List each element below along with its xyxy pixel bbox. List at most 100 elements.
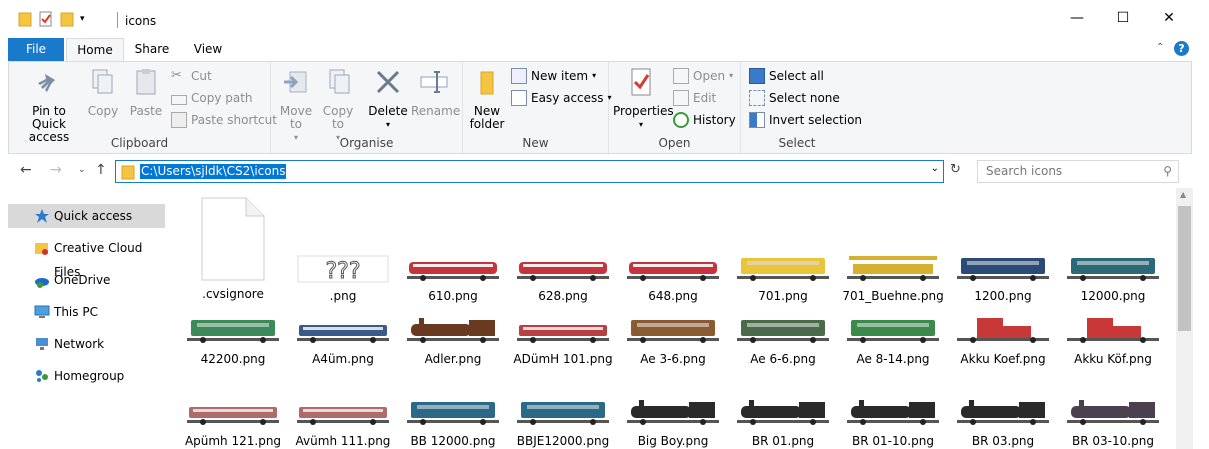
edit-button[interactable]: Edit bbox=[673, 88, 716, 108]
image-thumbnail bbox=[847, 400, 939, 425]
select-all-button[interactable]: Select all bbox=[749, 66, 824, 86]
select-group: Select all Select none Invert selection … bbox=[741, 62, 862, 153]
history-button[interactable]: History bbox=[673, 110, 736, 130]
file-item[interactable]: 628.png bbox=[510, 196, 616, 303]
close-button[interactable]: ✕ bbox=[1146, 0, 1192, 36]
file-item[interactable]: BR 03.png bbox=[950, 396, 1056, 448]
file-item[interactable]: 701_Buehne.png bbox=[840, 196, 946, 303]
sidebar-item-this-pc[interactable]: This PC bbox=[8, 300, 165, 324]
recent-locations-button[interactable]: ⌄ bbox=[78, 165, 86, 175]
copy-button[interactable]: Copy bbox=[85, 66, 121, 118]
maximize-icon: ☐ bbox=[1116, 10, 1130, 26]
file-item[interactable]: Ae 8-14.png bbox=[840, 314, 946, 366]
chevron-down-icon[interactable]: ⌄ bbox=[931, 163, 939, 174]
computer-icon bbox=[34, 305, 50, 318]
sidebar-item-creative-cloud-files[interactable]: Creative Cloud Files bbox=[8, 236, 165, 279]
rename-button[interactable]: Rename bbox=[411, 66, 460, 118]
select-none-button[interactable]: Select none bbox=[749, 88, 840, 108]
image-thumbnail bbox=[1067, 258, 1159, 281]
file-item[interactable]: A4üm.png bbox=[290, 314, 396, 366]
file-item[interactable]: BR 03-10.png bbox=[1060, 396, 1166, 448]
file-name: BB 12000.png bbox=[410, 434, 496, 448]
new-folder-button[interactable]: New folder bbox=[469, 66, 505, 131]
invert-selection-label: Invert selection bbox=[769, 113, 863, 127]
minimize-button[interactable]: — bbox=[1054, 0, 1100, 36]
ribbon: Pin to Quick access Copy Paste ✂ Cut Copy… bbox=[8, 61, 1192, 154]
sidebar-item-onedrive[interactable]: OneDrive bbox=[8, 268, 165, 292]
file-name: Akku Koef.png bbox=[960, 352, 1046, 366]
file-item[interactable]: Big Boy.png bbox=[620, 396, 726, 448]
tab-home[interactable]: Home bbox=[66, 38, 124, 62]
refresh-button[interactable]: ↻ bbox=[950, 162, 961, 177]
file-item[interactable]: BR 01-10.png bbox=[840, 396, 946, 448]
pin-to-quick-access-button[interactable]: Pin to Quick access bbox=[15, 66, 83, 144]
help-icon[interactable]: ? bbox=[1174, 41, 1189, 56]
new-folder-icon[interactable] bbox=[60, 11, 74, 27]
file-item[interactable]: 610.png bbox=[400, 196, 506, 303]
file-item[interactable]: Apümh 121.png bbox=[180, 396, 286, 448]
properties-icon[interactable] bbox=[38, 11, 54, 27]
file-item[interactable]: Akku Köf.png bbox=[1060, 314, 1166, 366]
file-item[interactable]: BBJE12000.png bbox=[510, 396, 616, 448]
file-item[interactable]: Akku Koef.png bbox=[950, 314, 1056, 366]
file-item[interactable]: ??? .png bbox=[290, 196, 396, 303]
tab-share[interactable]: Share bbox=[128, 38, 176, 62]
file-item[interactable]: BB 12000.png bbox=[400, 396, 506, 448]
maximize-button[interactable]: ☐ bbox=[1100, 0, 1146, 36]
file-name: Ae 6-6.png bbox=[750, 352, 816, 366]
sidebar-item-label: Network bbox=[54, 337, 105, 351]
sidebar-item-homegroup[interactable]: Homegroup bbox=[8, 364, 165, 388]
paste-shortcut-label: Paste shortcut bbox=[191, 113, 277, 127]
address-path[interactable]: C:\Users\sjldk\CS2\icons bbox=[140, 164, 287, 179]
forward-button[interactable]: → bbox=[50, 162, 62, 178]
file-item[interactable]: Adler.png bbox=[400, 314, 506, 366]
scroll-up-icon[interactable]: ▲ bbox=[1180, 190, 1186, 199]
file-item[interactable]: 648.png bbox=[620, 196, 726, 303]
search-placeholder: Search icons bbox=[986, 164, 1063, 178]
file-list: .cvsignore??? .png 610.png 628.png 648.png 70… bbox=[170, 188, 1176, 449]
file-item[interactable]: .cvsignore bbox=[180, 196, 286, 301]
new-item-label: New item bbox=[531, 69, 589, 83]
address-bar[interactable]: C:\Users\sjldk\CS2\icons ⌄ bbox=[115, 160, 944, 183]
file-item[interactable]: Avümh 111.png bbox=[290, 396, 396, 448]
file-item[interactable]: BR 01.png bbox=[730, 396, 836, 448]
file-item[interactable]: 1200.png bbox=[950, 196, 1056, 303]
tab-view[interactable]: View bbox=[184, 38, 232, 62]
search-input[interactable]: Search icons ⚲ bbox=[977, 160, 1179, 183]
move-to-label: Move to bbox=[279, 104, 313, 131]
file-item[interactable]: Ae 6-6.png bbox=[730, 314, 836, 366]
open-button[interactable]: Open ▾ bbox=[673, 66, 733, 86]
image-thumbnail bbox=[957, 318, 1049, 343]
customize-toolbar-icon[interactable]: ▾ bbox=[80, 14, 85, 24]
open-icon bbox=[673, 68, 689, 84]
vertical-scrollbar[interactable]: ▲ bbox=[1176, 188, 1193, 449]
file-item[interactable]: ADümH 101.png bbox=[510, 314, 616, 366]
copy-to-button[interactable]: Copy to ▾ bbox=[319, 66, 357, 144]
cut-button[interactable]: ✂ Cut bbox=[171, 66, 212, 86]
back-button[interactable]: ← bbox=[20, 162, 32, 178]
chevron-up-icon[interactable]: ⌃ bbox=[1156, 42, 1164, 53]
file-item[interactable]: 42200.png bbox=[180, 314, 286, 366]
file-item[interactable]: Ae 3-6.png bbox=[620, 314, 726, 366]
file-item[interactable]: 701.png bbox=[730, 196, 836, 303]
open-group-label: Open bbox=[658, 136, 691, 150]
up-button[interactable]: ↑ bbox=[95, 162, 107, 178]
file-item[interactable]: 12000.png bbox=[1060, 196, 1166, 303]
folder-icon[interactable] bbox=[18, 11, 32, 27]
invert-selection-button[interactable]: Invert selection bbox=[749, 110, 862, 130]
paste-shortcut-button[interactable]: Paste shortcut bbox=[171, 110, 277, 130]
paste-button[interactable]: Paste bbox=[127, 66, 165, 118]
onedrive-icon bbox=[35, 278, 49, 288]
sidebar-item-network[interactable]: Network bbox=[8, 332, 165, 356]
move-to-button[interactable]: Move to ▾ bbox=[277, 66, 315, 144]
sidebar-item-quick-access[interactable]: Quick access bbox=[8, 204, 165, 228]
image-thumbnail bbox=[407, 262, 499, 281]
new-item-button[interactable]: New item ▾ bbox=[511, 66, 596, 86]
properties-button[interactable]: Properties ▾ bbox=[613, 66, 674, 131]
delete-button[interactable]: Delete ▾ bbox=[367, 66, 409, 131]
close-icon: ✕ bbox=[1163, 10, 1175, 26]
tab-file[interactable]: File bbox=[8, 38, 64, 62]
easy-access-button[interactable]: Easy access ▾ bbox=[511, 88, 612, 108]
scroll-thumb[interactable] bbox=[1178, 206, 1191, 331]
copy-path-button[interactable]: Copy path bbox=[171, 88, 253, 108]
